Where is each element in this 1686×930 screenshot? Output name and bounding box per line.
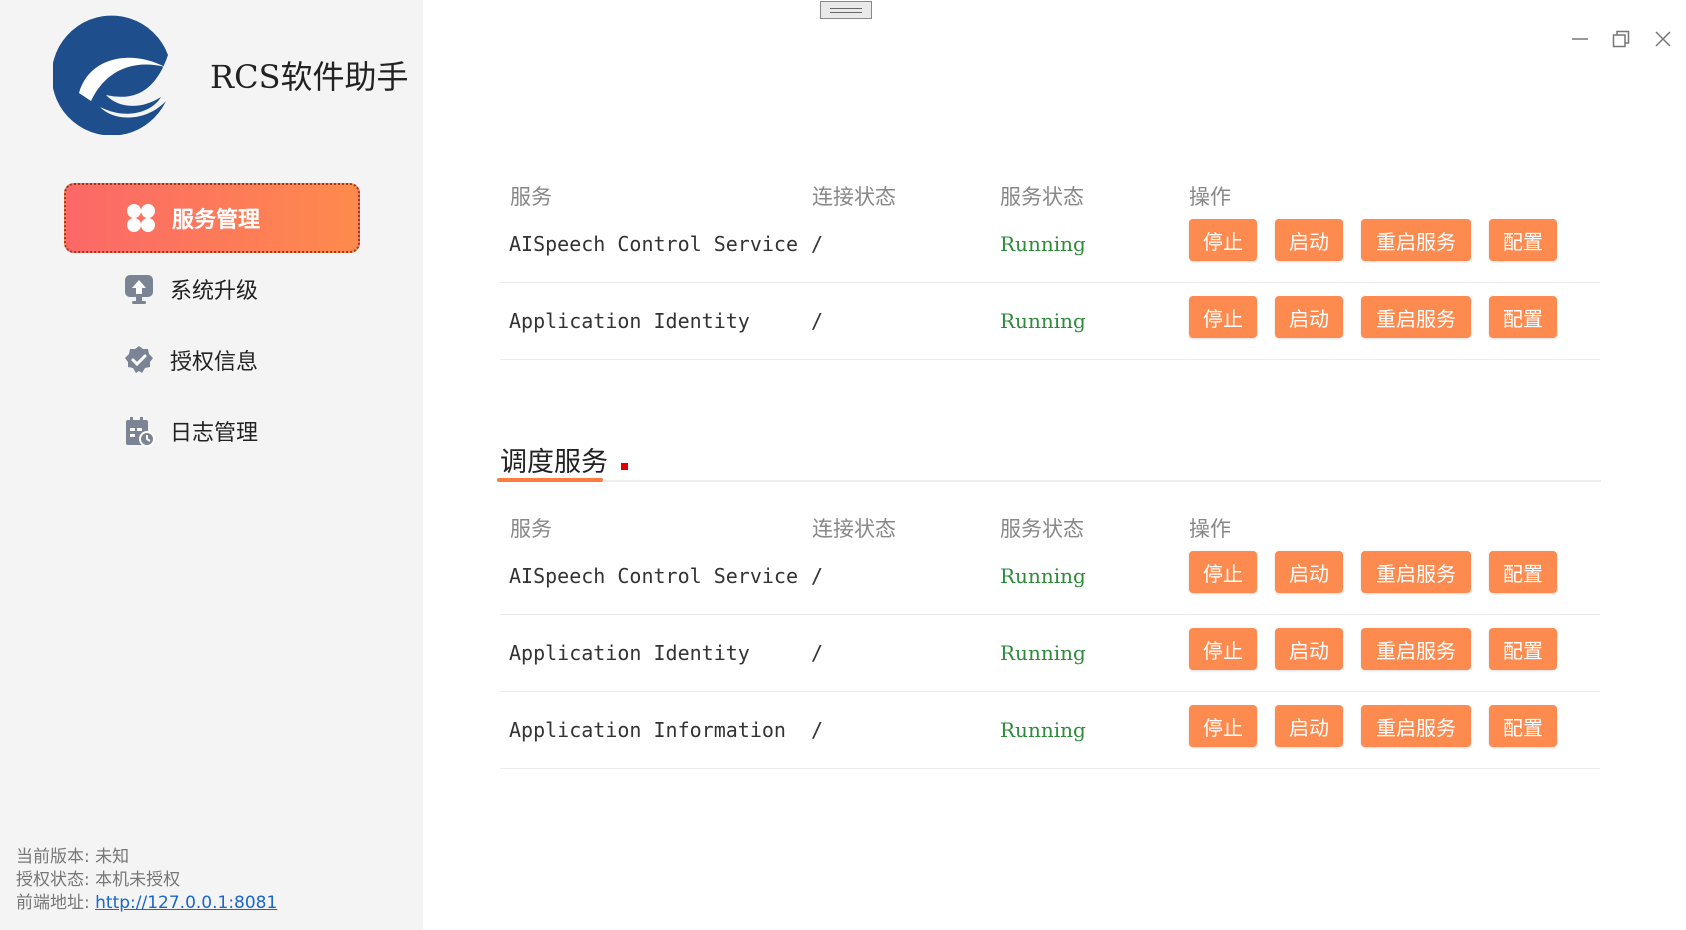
unsaved-indicator [621,463,628,470]
version-text: 当前版本: 未知 [16,847,130,867]
table-row: Application Identity / Running 停止 启动 重启服… [500,615,1600,692]
config-button[interactable]: 配置 [1489,551,1557,593]
service-status: Running [1000,232,1086,256]
stop-button[interactable]: 停止 [1189,705,1257,747]
table-row: Application Identity / Running 停止 启动 重启服… [500,283,1600,360]
config-button[interactable]: 配置 [1489,296,1557,338]
connection-status: / [811,718,824,742]
service-name: AISpeech Control Service [509,232,798,256]
restart-button[interactable]: 重启服务 [1361,551,1471,593]
table-row: Application Information / Running 停止 启动 … [500,692,1600,769]
connection-status: / [811,232,824,256]
upload-icon [122,272,156,306]
minimize-button[interactable] [1565,24,1595,54]
sidebar: RCS软件助手 服务管理 系统升级 授权信息 日志管理 当前版本: 未知 授权状… [0,0,423,930]
service-name: Application Information [509,718,786,742]
config-button[interactable]: 配置 [1489,705,1557,747]
close-icon [1655,31,1671,47]
verified-badge-icon [122,343,156,377]
config-button[interactable]: 配置 [1489,628,1557,670]
stop-button[interactable]: 停止 [1189,628,1257,670]
footer-info: 当前版本: 未知 授权状态: 本机未授权 前端地址: http://127.0.… [16,846,277,915]
table-row: AISpeech Control Service / Running 停止 启动… [500,538,1600,615]
restart-button[interactable]: 重启服务 [1361,296,1471,338]
restart-button[interactable]: 重启服务 [1361,628,1471,670]
restart-button[interactable]: 重启服务 [1361,705,1471,747]
table-row: AISpeech Control Service / Running 停止 启动… [500,206,1600,283]
sidebar-item-label: 授权信息 [170,350,259,375]
restart-button[interactable]: 重启服务 [1361,219,1471,261]
start-button[interactable]: 启动 [1275,705,1343,747]
connection-status: / [811,564,824,588]
section-tab-underline [497,478,603,482]
service-status: Running [1000,718,1086,742]
service-name: Application Identity [509,641,750,665]
sidebar-item-label: 系统升级 [170,279,259,304]
log-calendar-icon [122,414,156,448]
connection-status: / [811,309,824,333]
stop-button[interactable]: 停止 [1189,219,1257,261]
restore-button[interactable] [1606,24,1636,54]
sidebar-item-service-management[interactable]: 服务管理 [64,183,360,253]
sidebar-item-log-management[interactable]: 日志管理 [64,396,360,466]
sidebar-item-system-upgrade[interactable]: 系统升级 [64,254,360,324]
app-logo [53,15,168,135]
sidebar-item-label: 服务管理 [172,208,261,233]
service-table-2: 服务 连接状态 服务状态 操作 AISpeech Control Service… [500,513,1600,769]
app-title: RCS软件助手 [210,58,409,96]
service-status: Running [1000,641,1086,665]
service-status: Running [1000,564,1086,588]
close-button[interactable] [1648,24,1678,54]
service-status: Running [1000,309,1086,333]
sidebar-item-label: 日志管理 [170,421,259,446]
start-button[interactable]: 启动 [1275,296,1343,338]
restore-icon [1612,30,1630,48]
connection-status: / [811,641,824,665]
stop-button[interactable]: 停止 [1189,296,1257,338]
section-title-dispatch: 调度服务 [500,447,608,478]
service-table-1: 服务 连接状态 服务状态 操作 AISpeech Control Service… [500,181,1600,360]
start-button[interactable]: 启动 [1275,551,1343,593]
section-divider [497,480,1601,482]
service-name: AISpeech Control Service [509,564,798,588]
license-status-text: 授权状态: 本机未授权 [16,870,181,890]
start-button[interactable]: 启动 [1275,219,1343,261]
drag-handle[interactable] [820,1,872,19]
minimize-icon [1572,38,1588,40]
sidebar-item-license-info[interactable]: 授权信息 [64,325,360,395]
start-button[interactable]: 启动 [1275,628,1343,670]
stop-button[interactable]: 停止 [1189,551,1257,593]
frontend-url-link[interactable]: http://127.0.0.1:8081 [95,893,277,913]
frontend-address-label: 前端地址: [16,893,96,913]
config-button[interactable]: 配置 [1489,219,1557,261]
service-name: Application Identity [509,309,750,333]
apps-icon [124,201,158,235]
frontend-address: 前端地址: http://127.0.0.1:8081 [16,892,277,915]
